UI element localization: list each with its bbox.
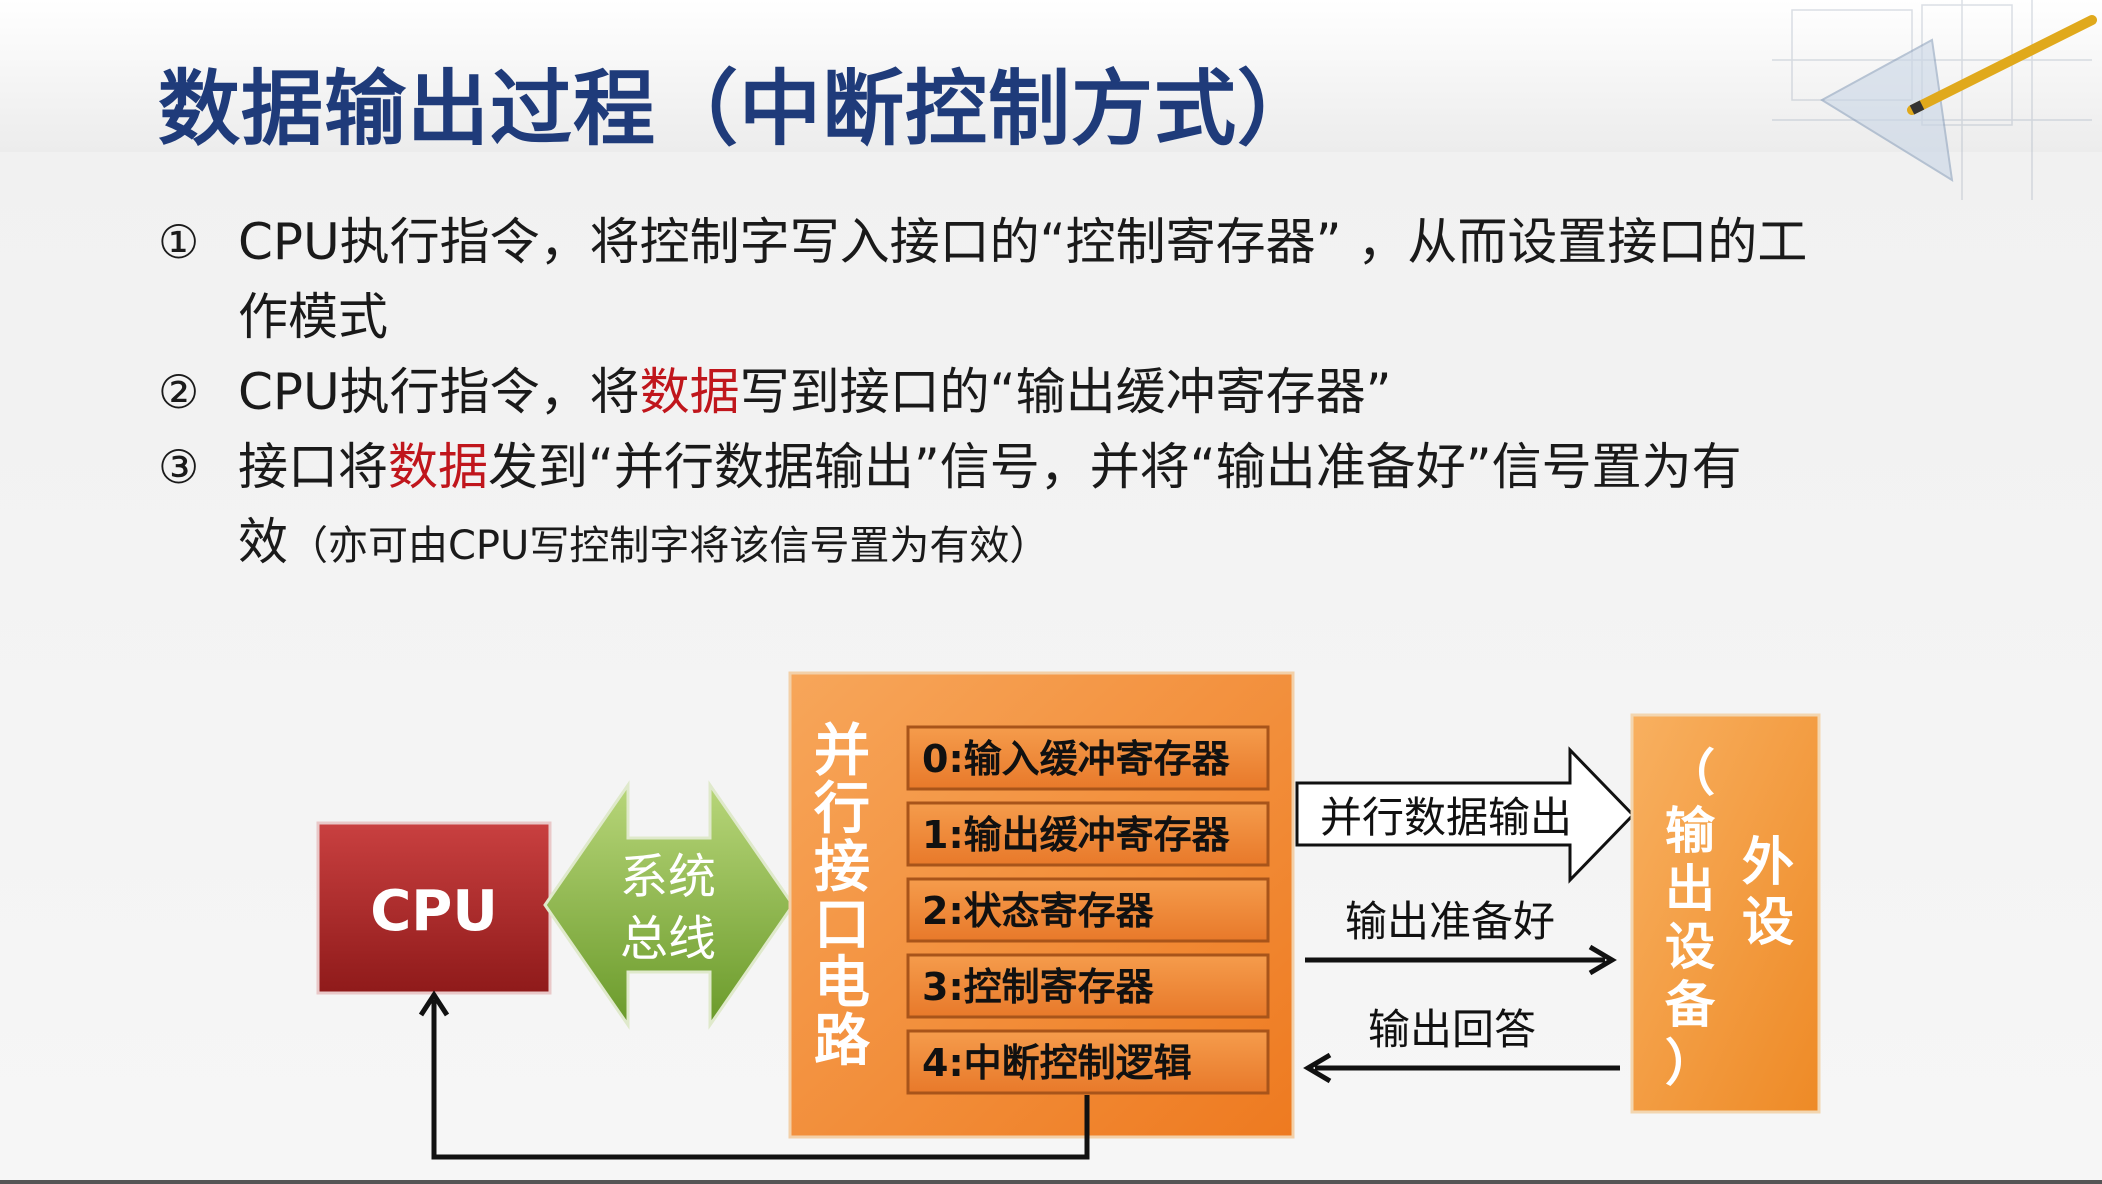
interface-label-char: 路	[814, 1009, 871, 1074]
register-label: 4:中断控制逻辑	[922, 1041, 1192, 1085]
slide: 数据输出过程（中断控制方式） ① CPU执行指令，将控制字写入接口的“控制寄存器”…	[0, 0, 2102, 1184]
register-label: 3:控制寄存器	[922, 965, 1155, 1009]
register-list: 0:输入缓冲寄存器 1:输出缓冲寄存器 2:状态寄存器 3:控制寄存器 4:中断控制逻辑	[906, 725, 1270, 1095]
bus-label-line2: 总线	[620, 911, 716, 967]
signal-ack-label: 输出回答	[1368, 1005, 1536, 1054]
interface-label-char: 口	[814, 893, 870, 958]
parallel-data-output-arrow: 并行数据输出	[1295, 746, 1636, 884]
register-label: 0:输入缓冲寄存器	[922, 737, 1231, 781]
interface-label-char: 接	[814, 835, 870, 900]
peripheral-sublabel-char: 输	[1665, 802, 1716, 860]
cpu-block: CPU	[316, 821, 552, 995]
peripheral-sublabel-char: ）	[1665, 1034, 1715, 1092]
interface-circuit-block: 并行接口电路 0:输入缓冲寄存器 1:输出缓冲寄存器 2:状态寄存器 3:控制寄存器 4…	[788, 671, 1295, 1139]
output-ready-arrow: 输出准备好	[1305, 897, 1617, 976]
cpu-label: CPU	[370, 879, 498, 944]
signal-parallel-out-label: 并行数据输出	[1320, 793, 1572, 842]
register-label: 1:输出缓冲寄存器	[922, 813, 1231, 857]
interface-label-char: 行	[814, 777, 870, 842]
bus-label-line1: 系统	[620, 849, 716, 905]
peripheral-block: 外设 （输出设备）	[1630, 713, 1821, 1114]
peripheral-label-char: 外	[1742, 833, 1794, 893]
bottom-divider	[0, 1180, 2102, 1184]
register-label: 2:状态寄存器	[922, 889, 1155, 933]
peripheral-sublabel-char: （	[1665, 744, 1715, 802]
interface-diagram: CPU 系统 总线 并行接口电路 0:输入缓冲寄存器 1:输出缓冲寄存器 2:状态寄…	[316, 671, 1821, 1160]
peripheral-sublabel-char: 出	[1665, 860, 1715, 918]
interface-label: 并行接口电路	[814, 719, 871, 1074]
peripheral-sublabel-char: 设	[1665, 918, 1715, 976]
signal-ready-label: 输出准备好	[1345, 897, 1555, 946]
peripheral-sublabel-char: 备	[1665, 976, 1716, 1034]
peripheral-label-char: 设	[1742, 893, 1794, 953]
system-bus-arrow: 系统 总线	[543, 780, 795, 1030]
output-ack-arrow: 输出回答	[1303, 1005, 1620, 1084]
interface-label-char: 电	[814, 951, 870, 1016]
interface-label-char: 并	[814, 719, 870, 784]
